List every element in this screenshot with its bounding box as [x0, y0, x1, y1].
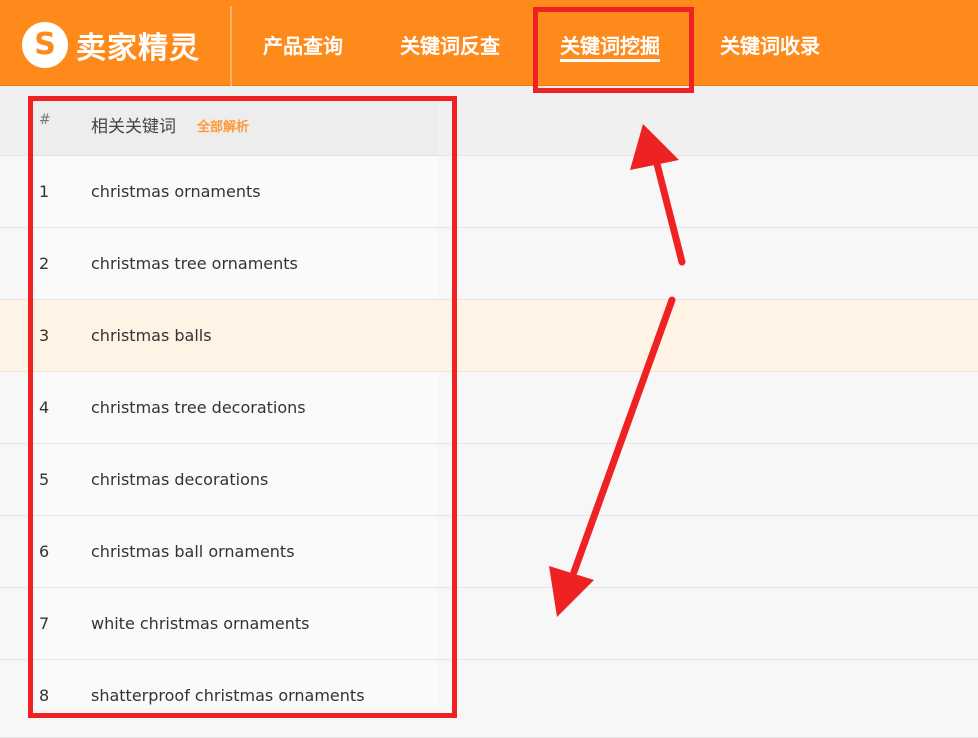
nav-product-query[interactable]: 产品查询: [263, 30, 343, 60]
nav-divider: [230, 6, 232, 86]
annotation-box-table: [28, 96, 457, 718]
nav-keyword-reverse[interactable]: 关键词反查: [400, 30, 500, 60]
logo-mark-letter: S: [34, 27, 56, 62]
top-nav-bar: S 卖家精灵 产品查询 关键词反查 关键词挖掘 关键词收录: [0, 0, 978, 86]
annotation-box-active-tab: [533, 7, 694, 93]
nav-keyword-indexing[interactable]: 关键词收录: [720, 30, 820, 60]
logo[interactable]: S 卖家精灵: [22, 20, 200, 70]
logo-icon: S: [22, 22, 68, 68]
logo-text: 卖家精灵: [76, 31, 200, 66]
